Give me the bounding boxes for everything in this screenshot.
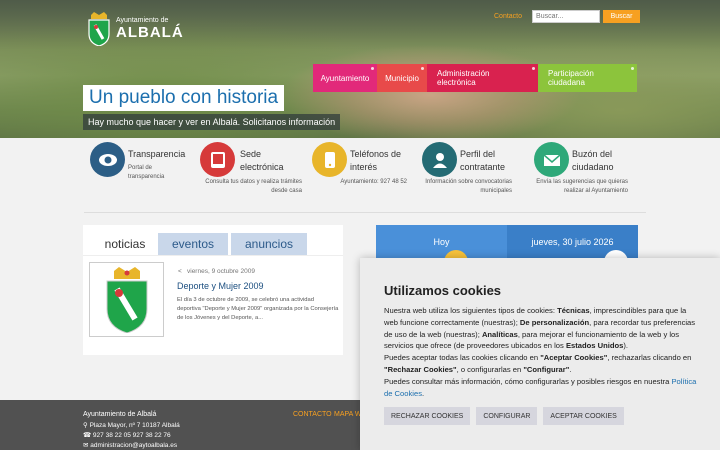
footer-address-text: Plaza Mayor, nº 7 10187 Albalá [89,422,180,429]
site-logo[interactable]: Ayuntamiento de ALBALÁ [86,12,184,47]
logo-title: ALBALÁ [116,24,184,41]
share-icon[interactable]: < [178,268,182,275]
cookie-p1: Nuestra web utiliza los siguientes tipos… [384,306,695,350]
text: , rechazarlas clicando en [607,353,692,363]
main-nav: Ayuntamiento Municipio Administración el… [313,64,637,92]
footer-email-text: administracion@aytoalbala.es [90,442,178,449]
news-item: < viernes, 9 octubre 2009 Deporte y Muje… [83,255,343,355]
nav-label: Participación ciudadana [548,69,594,87]
dropdown-dot-icon [631,67,634,70]
text-bold: "Configurar" [523,364,570,374]
services-row: Transparencia Portal de transparencia Se… [84,142,644,212]
service-title: Buzón del ciudadano [572,149,614,172]
footer-phones-text: 927 38 22 05 927 38 22 76 [92,432,171,439]
nav-item-ayuntamiento[interactable]: Ayuntamiento [313,64,377,92]
dropdown-dot-icon [371,67,374,70]
text: Nuestra web utiliza los siguientes tipos… [384,306,558,315]
news-title[interactable]: Deporte y Mujer 2009 [177,281,264,291]
text-bold: "Rechazar Cookies" [384,364,457,374]
text-bold: Estados Unidos [565,341,624,351]
service-desc: Información sobre convocatorias municipa… [425,179,512,194]
dropdown-dot-icon [532,67,535,70]
hero-banner: Ayuntamiento de ALBALÁ Contacto Buscar A… [0,0,720,138]
divider [84,212,646,213]
news-widget: noticias eventos anuncios < viernes, 9 o… [83,225,343,355]
text-bold: Analíticas [481,329,518,339]
mail-icon [534,142,569,177]
cookie-p3: Puedes consultar más información, cómo c… [384,377,696,398]
location-icon: ⚲ [83,422,88,429]
text: , o configurarlas en [456,364,524,374]
service-desc: Envía las sugerencias que quieras realiz… [536,179,628,194]
reject-cookies-button[interactable]: RECHAZAR COOKIES [384,407,471,425]
hero-title: Un pueblo con historia [83,85,285,111]
phone-icon [312,142,347,177]
tab-eventos[interactable]: eventos [158,233,228,255]
cookie-title: Utilizamos cookies [384,283,502,298]
footer-email[interactable]: ✉ administracion@aytoalbala.es [83,441,177,449]
cookie-text: Nuestra web utiliza los siguientes tipos… [384,305,698,399]
text-bold: "Aceptar Cookies" [540,353,608,363]
nav-item-participacion[interactable]: Participación ciudadana [538,64,637,92]
contact-link[interactable]: Contacto [494,13,522,20]
footer-name: Ayuntamiento de Albalá [83,411,157,418]
service-title: Perfil del contratante [460,149,506,172]
phone-icon: ☎ [83,432,92,439]
nav-item-municipio[interactable]: Municipio [377,64,427,92]
search-input[interactable] [532,10,601,23]
logo-subtitle: Ayuntamiento de [116,17,169,24]
footer-phones: ☎ 927 38 22 05 927 38 22 76 [83,431,171,439]
news-tabs: noticias eventos anuncios [83,225,343,255]
weather-today: Hoy [376,225,507,260]
cookie-p2: Puedes aceptar todas las cookies clicand… [384,353,691,374]
news-image[interactable] [89,262,164,337]
text-bold: De personalización [519,317,590,327]
text: Puedes aceptar todas las cookies clicand… [384,353,541,363]
eye-icon [90,142,125,177]
tab-noticias[interactable]: noticias [93,233,157,255]
weather-tomorrow-label: jueves, 30 julio 2026 [531,237,614,247]
cookie-banner: Utilizamos cookies Nuestra web utiliza l… [360,258,720,450]
footer-contact-link[interactable]: CONTACTO [293,411,332,418]
tablet-icon [200,142,235,177]
nav-label: Municipio [385,73,419,83]
footer-address: ⚲ Plaza Mayor, nº 7 10187 Albalá [83,421,180,429]
hero-subtitle: Hay mucho que hacer y ver en Albalá. Sol… [83,114,341,130]
dropdown-dot-icon [421,67,424,70]
text: . [422,388,425,398]
weather-widget: Hoy jueves, 30 julio 2026 [376,225,638,262]
search-button[interactable]: Buscar [603,10,641,23]
text-bold: Técnicas [557,306,590,315]
text: Puedes consultar más información, cómo c… [384,376,672,386]
service-title: Transparencia [128,149,186,159]
accept-cookies-button[interactable]: ACEPTAR COOKIES [543,407,624,425]
text: ). [623,341,628,351]
service-title: Teléfonos de interés [350,149,402,172]
envelope-icon: ✉ [83,442,89,449]
text: . [569,364,572,374]
service-desc: Ayuntamiento: 927 48 52 [340,179,407,185]
weather-today-label: Hoy [433,237,450,247]
news-excerpt: El día 3 de octubre de 2009, se celebró … [177,297,339,321]
tab-anuncios[interactable]: anuncios [231,233,307,255]
news-date: viernes, 9 octubre 2009 [187,268,255,275]
coat-of-arms-icon [86,12,112,47]
service-title: Sede electrónica [240,149,284,172]
nav-label: Administración electrónica [437,69,490,87]
nav-label: Ayuntamiento [320,73,370,83]
nav-item-administracion[interactable]: Administración electrónica [427,64,538,92]
configure-cookies-button[interactable]: CONFIGURAR [476,407,538,425]
person-icon [422,142,457,177]
service-desc: Portal de transparencia [128,165,165,180]
service-desc: Consulta tus datos y realiza trámites de… [205,179,302,194]
